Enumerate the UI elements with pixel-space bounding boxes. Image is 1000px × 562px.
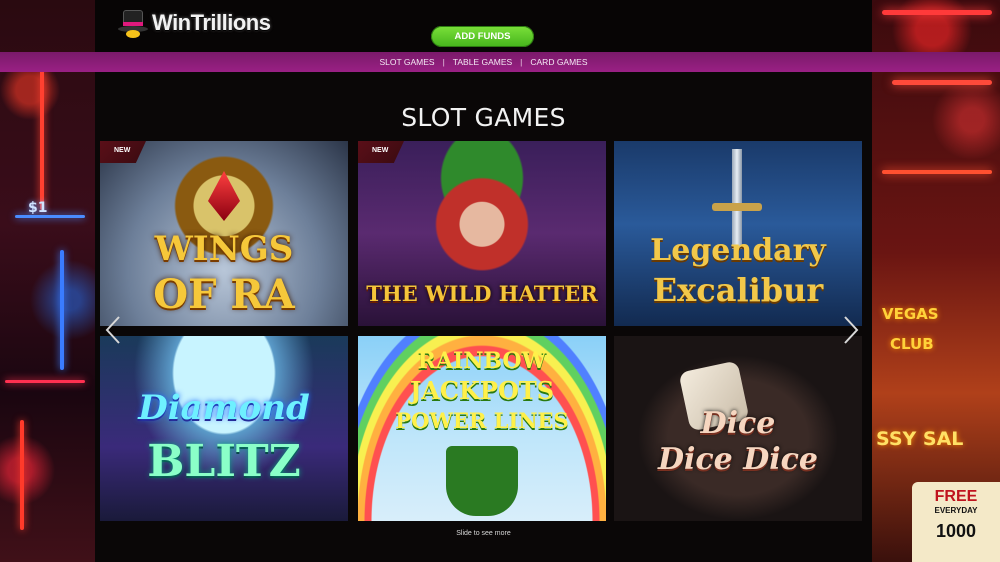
- game-title-line1: Diamond: [138, 388, 310, 428]
- nav-link-table-games[interactable]: TABLE GAMES: [453, 57, 512, 67]
- add-funds-button[interactable]: ADD FUNDS: [431, 26, 534, 47]
- chevron-left-icon: [105, 316, 120, 344]
- nav-link-card-games[interactable]: CARD GAMES: [530, 57, 587, 67]
- leprechaun-hat-icon: [446, 446, 518, 516]
- game-title-line1: RAINBOW: [417, 348, 547, 374]
- game-title-line1: THE WILD HATTER: [366, 281, 598, 306]
- free-everyday-sign: FREE EVERYDAY 1000: [912, 482, 1000, 562]
- left-sign-text: $1: [28, 200, 48, 216]
- free-sign-line2: EVERYDAY: [934, 506, 978, 515]
- game-art: [100, 336, 348, 521]
- sword-guard: [712, 203, 762, 211]
- background-neon-right: [872, 0, 1000, 562]
- right-sign-club: CLUB: [890, 335, 934, 353]
- background-neon-left: $1: [0, 0, 95, 562]
- game-title-line2: JACKPOTS: [409, 376, 555, 405]
- game-tile-diamond-blitz[interactable]: Diamond BLITZ: [100, 336, 348, 521]
- section-title: SLOT GAMES: [401, 103, 566, 132]
- carousel-next-button[interactable]: [842, 315, 860, 345]
- game-category-nav: SLOT GAMES | TABLE GAMES | CARD GAMES: [95, 52, 872, 72]
- game-tile-legendary-excalibur[interactable]: Legendary Excalibur: [614, 141, 862, 326]
- game-title-line2: Dice Dice: [658, 442, 818, 477]
- game-title-line1: Legendary: [650, 233, 826, 268]
- brand-name: WinTrillions: [152, 10, 271, 35]
- slide-hint: Slide to see more: [456, 530, 511, 537]
- game-tile-rainbow-jackpots[interactable]: RAINBOW JACKPOTS POWER LINES: [358, 336, 606, 521]
- nav-link-slot-games[interactable]: SLOT GAMES: [379, 57, 434, 67]
- free-sign-line1: FREE: [934, 488, 978, 505]
- top-hat-icon: [118, 8, 148, 38]
- game-title-line3: POWER LINES: [395, 408, 569, 433]
- nav-separator: |: [520, 57, 523, 67]
- game-title-line1: WINGS: [154, 229, 294, 269]
- game-tile-dice-dice-dice[interactable]: Dice Dice Dice: [614, 336, 862, 521]
- game-title-line2: Excalibur: [652, 271, 824, 309]
- game-title-line2: BLITZ: [147, 436, 301, 487]
- game-tile-wings-of-ra[interactable]: WINGS OF RA NEW: [100, 141, 348, 326]
- brand-logo[interactable]: WinTrillions: [118, 6, 271, 40]
- right-sign-sal: SSY SAL: [876, 428, 964, 450]
- nav-separator: |: [442, 57, 445, 67]
- free-sign-line3: 1000: [935, 521, 977, 541]
- carousel-prev-button[interactable]: [104, 315, 122, 345]
- game-title-line2: OF RA: [153, 271, 295, 318]
- game-carousel[interactable]: WINGS OF RA NEW THE WILD HATTER NEW Lege…: [100, 141, 865, 521]
- right-sign-vegas: VEGAS: [882, 305, 939, 323]
- chevron-right-icon: [844, 316, 859, 344]
- game-title-line1: Dice: [700, 406, 776, 441]
- game-tile-wild-hatter[interactable]: THE WILD HATTER NEW: [358, 141, 606, 326]
